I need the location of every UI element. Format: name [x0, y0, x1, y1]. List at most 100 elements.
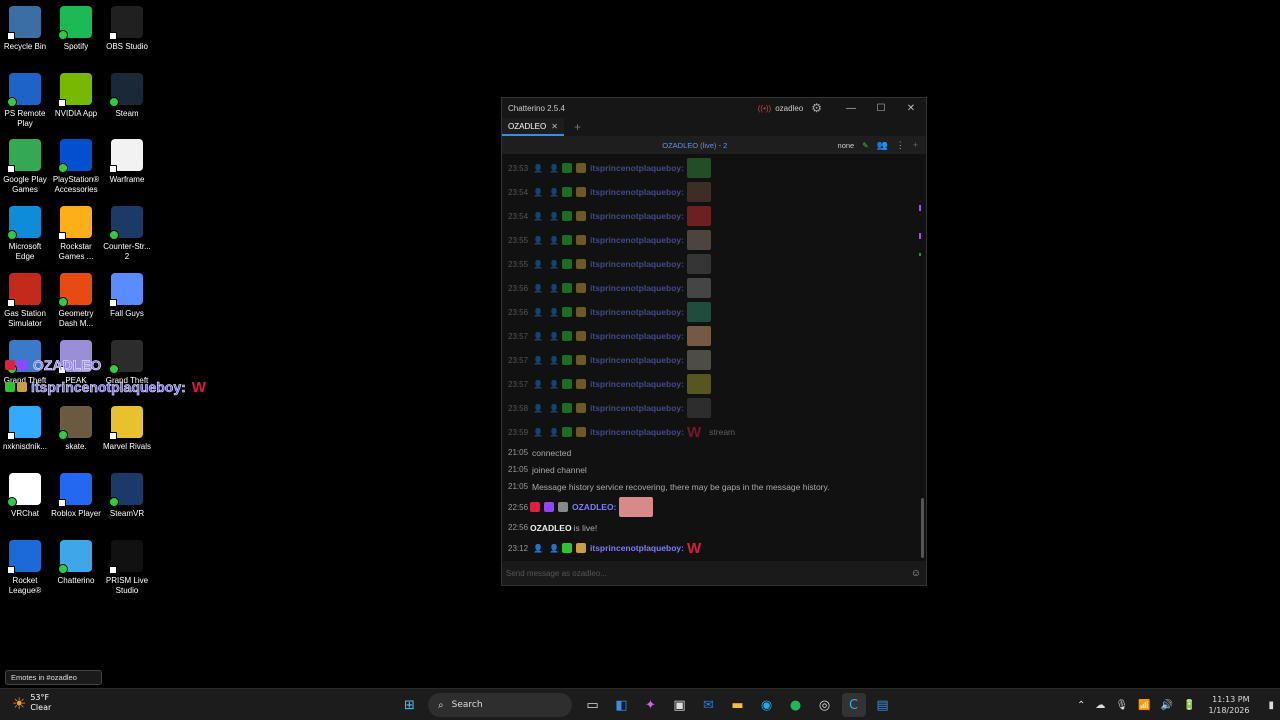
- chat-message[interactable]: 23:56 👤 👤 itsprincenotplaqueboy:: [502, 276, 920, 300]
- taskbar-search[interactable]: ⌕ Search: [428, 693, 572, 717]
- add-tab-button[interactable]: +: [574, 120, 581, 134]
- file-explorer-icon[interactable]: ▬: [726, 693, 750, 717]
- moderation-pencil-icon[interactable]: ✎: [862, 141, 868, 150]
- desktop-icon[interactable]: Rockstar Games ...: [52, 206, 100, 262]
- chat-message[interactable]: 23:55 👤 👤 itsprincenotplaqueboy:: [502, 252, 920, 276]
- battery-icon[interactable]: 🔋: [1183, 700, 1195, 711]
- user-icon[interactable]: 👤: [530, 284, 546, 293]
- chat-message[interactable]: 23:54 👤 👤 itsprincenotplaqueboy:: [502, 180, 920, 204]
- onedrive-icon[interactable]: ☁: [1095, 700, 1105, 711]
- split-add-icon[interactable]: +: [913, 140, 918, 150]
- user-icon[interactable]: 👤: [546, 284, 562, 293]
- username[interactable]: OZADLEO:: [572, 502, 616, 512]
- emote-image[interactable]: [686, 278, 711, 298]
- channel-title[interactable]: OZADLEO (live) - 2: [502, 141, 838, 150]
- user-icon[interactable]: 👤: [530, 428, 546, 437]
- chat-message[interactable]: 23:12 👤 👤 itsprincenotplaqueboy: W: [502, 536, 920, 560]
- maximize-button[interactable]: ☐: [866, 103, 896, 114]
- emote-image[interactable]: [686, 374, 711, 394]
- settings-gear-icon[interactable]: ⚙: [811, 101, 822, 115]
- chatterino-taskbar-icon[interactable]: C: [841, 693, 866, 717]
- edge-taskbar-icon[interactable]: ◉: [755, 693, 779, 717]
- desktop-icon[interactable]: nxknisdnik...: [1, 406, 49, 452]
- user-icon[interactable]: 👤: [546, 308, 562, 317]
- desktop-icon[interactable]: Rocket League®: [1, 539, 49, 596]
- app-taskbar-icon[interactable]: ▤: [871, 693, 895, 717]
- copilot-icon[interactable]: ✦: [639, 693, 663, 717]
- task-view-icon[interactable]: ▭: [581, 693, 605, 717]
- user-icon[interactable]: 👤: [546, 188, 562, 197]
- chat-messages[interactable]: 23:53 👤 👤 itsprincenotplaqueboy: 23:54 👤 👤 itsp…: [502, 156, 920, 561]
- emote-image[interactable]: [686, 206, 711, 226]
- store-app-icon[interactable]: ◧: [610, 693, 634, 717]
- tab-ozadleo[interactable]: OZADLEO ✕: [502, 118, 564, 136]
- volume-icon[interactable]: 🔊: [1161, 700, 1173, 711]
- chat-message[interactable]: 23:59 👤 👤 itsprincenotplaqueboy: Wstream: [502, 420, 920, 444]
- user-icon[interactable]: 👤: [546, 212, 562, 221]
- chat-mode[interactable]: none: [838, 141, 855, 150]
- desktop-icon[interactable]: OBS Studio: [103, 6, 151, 52]
- desktop-icon[interactable]: Steam: [103, 72, 151, 119]
- user-icon[interactable]: 👤: [546, 544, 562, 553]
- user-icon[interactable]: 👤: [530, 404, 546, 413]
- chat-message[interactable]: 23:53 👤 👤 itsprincenotplaqueboy:: [502, 156, 920, 180]
- wifi-icon[interactable]: 📶: [1138, 700, 1150, 711]
- chat-scrollbar[interactable]: [921, 498, 924, 558]
- user-icon[interactable]: 👤: [530, 188, 546, 197]
- desktop-icon[interactable]: Marvel Rivals: [103, 406, 151, 452]
- minimize-button[interactable]: —: [836, 103, 866, 114]
- desktop-icon[interactable]: Microsoft Edge: [1, 206, 49, 262]
- username[interactable]: itsprincenotplaqueboy:: [590, 259, 684, 269]
- desktop-icon[interactable]: SteamVR: [103, 472, 151, 519]
- user-icon[interactable]: 👤: [546, 164, 562, 173]
- start-button[interactable]: ⊞: [398, 693, 422, 717]
- title-bar[interactable]: Chatterino 2.5.4 ((•)) ozadleo ⚙ — ☐ ✕: [502, 98, 926, 118]
- desktop-icon[interactable]: Geometry Dash M...: [52, 272, 100, 329]
- desktop-icon[interactable]: Fall Guys: [103, 272, 151, 319]
- emote-image[interactable]: [686, 230, 711, 250]
- emote-image[interactable]: [686, 326, 711, 346]
- ms-store-icon[interactable]: ▣: [668, 693, 692, 717]
- desktop-icon[interactable]: PS Remote Play: [1, 72, 49, 129]
- microphone-icon[interactable]: 🎙: [1115, 700, 1128, 711]
- chat-message[interactable]: 23:56 👤 👤 itsprincenotplaqueboy:: [502, 300, 920, 324]
- desktop-icon[interactable]: Recycle Bin: [1, 6, 49, 52]
- username[interactable]: itsprincenotplaqueboy:: [590, 163, 684, 173]
- user-icon[interactable]: 👤: [530, 308, 546, 317]
- desktop-icon[interactable]: skate.: [52, 406, 100, 452]
- desktop-icon[interactable]: PlayStation® Accessories: [52, 139, 100, 195]
- close-tab-icon[interactable]: ✕: [551, 122, 558, 131]
- viewers-icon[interactable]: 👥: [877, 140, 888, 151]
- desktop-icon[interactable]: Chatterino: [52, 539, 100, 586]
- username[interactable]: itsprincenotplaqueboy:: [590, 403, 684, 413]
- chat-message[interactable]: 23:54 👤 👤 itsprincenotplaqueboy:: [502, 204, 920, 228]
- message-input[interactable]: [506, 568, 911, 578]
- clock[interactable]: 11:13 PM 1/18/2026: [1208, 694, 1249, 716]
- emote-image[interactable]: [686, 158, 711, 178]
- user-icon[interactable]: 👤: [546, 332, 562, 341]
- user-icon[interactable]: 👤: [546, 236, 562, 245]
- username[interactable]: itsprincenotplaqueboy:: [590, 307, 684, 317]
- user-icon[interactable]: 👤: [546, 356, 562, 365]
- desktop-icon[interactable]: Google Play Games: [1, 139, 49, 195]
- desktop-icon[interactable]: Counter-Str... 2: [103, 206, 151, 262]
- chat-message[interactable]: 23:57 👤 👤 itsprincenotplaqueboy:: [502, 372, 920, 396]
- username[interactable]: itsprincenotplaqueboy:: [590, 187, 684, 197]
- user-icon[interactable]: 👤: [546, 380, 562, 389]
- chat-message[interactable]: 23:57 👤 👤 itsprincenotplaqueboy:: [502, 324, 920, 348]
- emote-image[interactable]: [686, 398, 711, 418]
- close-button[interactable]: ✕: [896, 103, 926, 114]
- username[interactable]: itsprincenotplaqueboy:: [590, 211, 684, 221]
- chat-message[interactable]: 23:55 👤 👤 itsprincenotplaqueboy:: [502, 228, 920, 252]
- username[interactable]: itsprincenotplaqueboy:: [590, 379, 684, 389]
- emote-image[interactable]: [686, 254, 711, 274]
- user-icon[interactable]: 👤: [546, 428, 562, 437]
- desktop-icon[interactable]: Spotify: [52, 6, 100, 52]
- emote-picker-icon[interactable]: ☺: [911, 568, 921, 579]
- user-icon[interactable]: 👤: [546, 260, 562, 269]
- tray-overflow-icon[interactable]: ⌃: [1077, 700, 1085, 711]
- username[interactable]: itsprincenotplaqueboy:: [590, 543, 684, 553]
- desktop-icon[interactable]: Warframe: [103, 139, 151, 185]
- desktop-icon[interactable]: PRISM Live Studio: [103, 539, 151, 596]
- desktop-icon[interactable]: VRChat: [1, 472, 49, 519]
